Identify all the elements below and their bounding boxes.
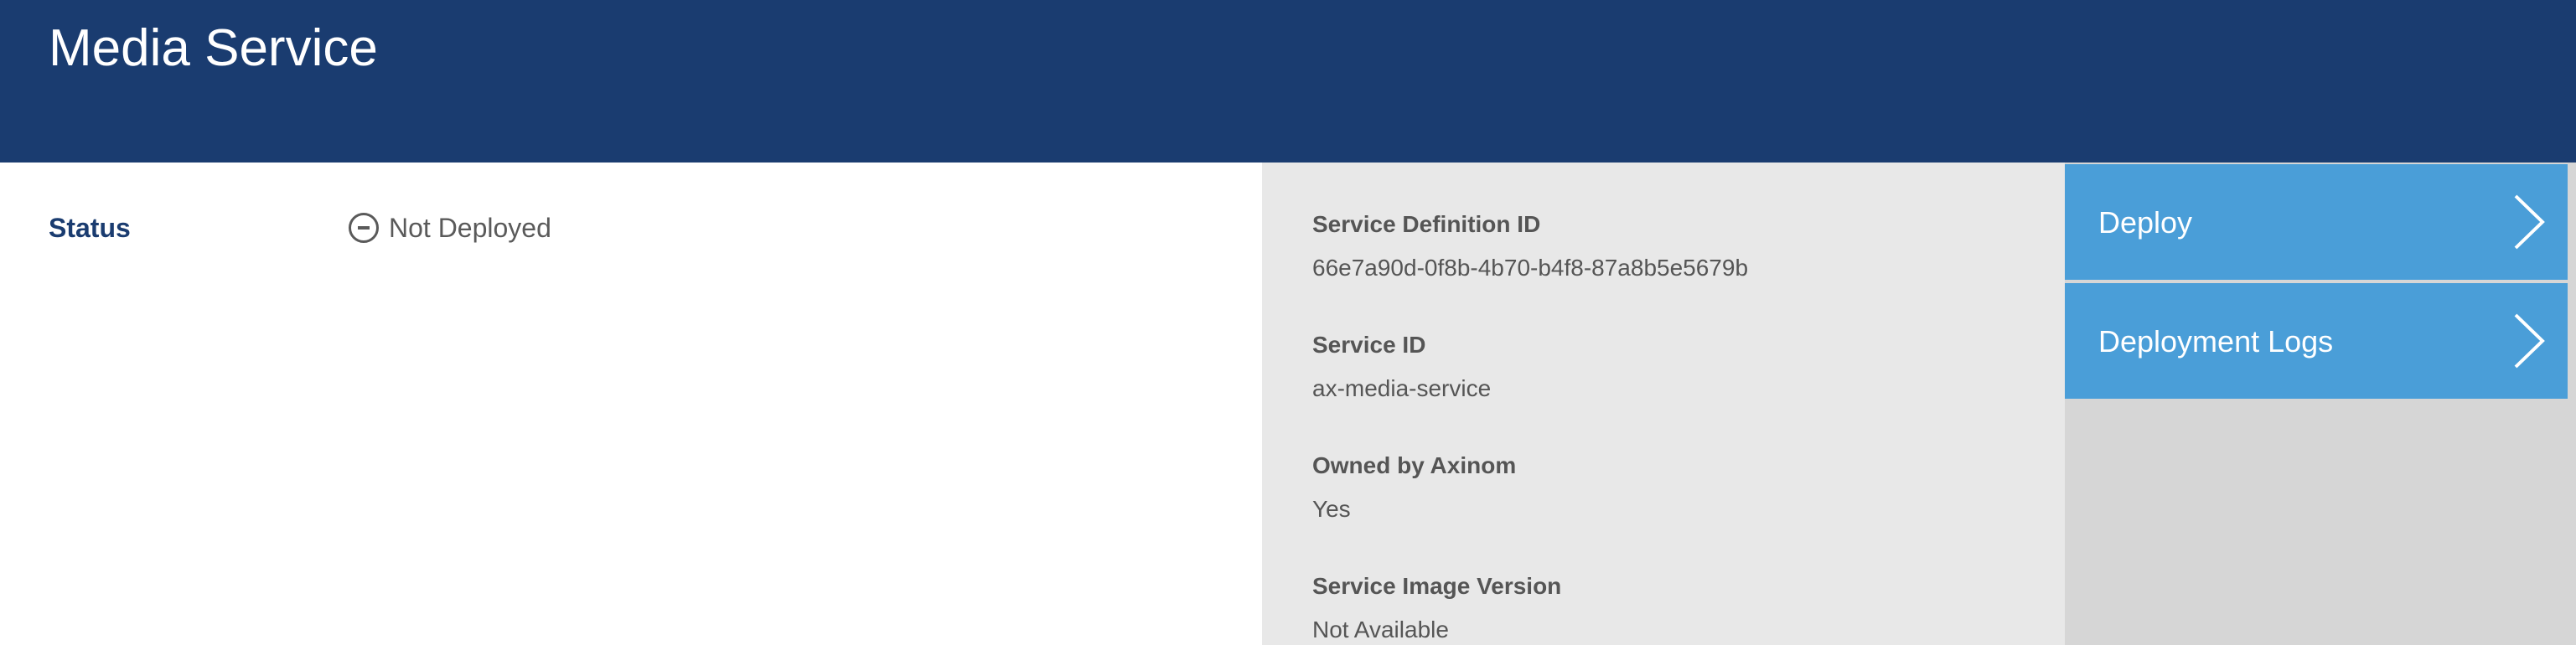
detail-label: Service Definition ID	[1312, 211, 1541, 237]
actions-panel: Deploy Deployment Logs	[2065, 163, 2576, 645]
detail-value: Not Available	[1312, 617, 1449, 642]
deployment-logs-button[interactable]: Deployment Logs	[2065, 283, 2568, 399]
detail-label: Service ID	[1312, 332, 1426, 358]
chevron-right-icon	[2514, 313, 2545, 369]
detail-value: 66e7a90d-0f8b-4b70-b4f8-87a8b5e5679b	[1312, 255, 1749, 281]
detail-value: Yes	[1312, 496, 1351, 522]
status-value: Not Deployed	[349, 209, 551, 246]
deploy-button-label: Deploy	[2098, 205, 2193, 240]
detail-service-definition-id: Service Definition ID 66e7a90d-0f8b-4b70…	[1312, 209, 1748, 283]
status-label: Status	[49, 213, 131, 243]
details-panel: Service Definition ID 66e7a90d-0f8b-4b70…	[1262, 163, 2065, 645]
page-title: Media Service	[49, 19, 378, 77]
detail-label: Owned by Axinom	[1312, 452, 1517, 478]
detail-owned-by-axinom: Owned by Axinom Yes	[1312, 451, 1516, 524]
detail-value: ax-media-service	[1312, 375, 1492, 401]
page-header: Media Service	[0, 0, 2576, 163]
chevron-right-icon	[2514, 194, 2545, 250]
status-section: Status Not Deployed	[0, 163, 1262, 645]
detail-label: Service Image Version	[1312, 573, 1562, 599]
detail-service-image-version: Service Image Version Not Available	[1312, 571, 1561, 645]
deploy-button[interactable]: Deploy	[2065, 164, 2568, 280]
deployment-logs-button-label: Deployment Logs	[2098, 324, 2334, 359]
detail-service-id: Service ID ax-media-service	[1312, 330, 1491, 404]
minus-circle-icon	[349, 213, 379, 243]
status-text: Not Deployed	[389, 213, 551, 243]
